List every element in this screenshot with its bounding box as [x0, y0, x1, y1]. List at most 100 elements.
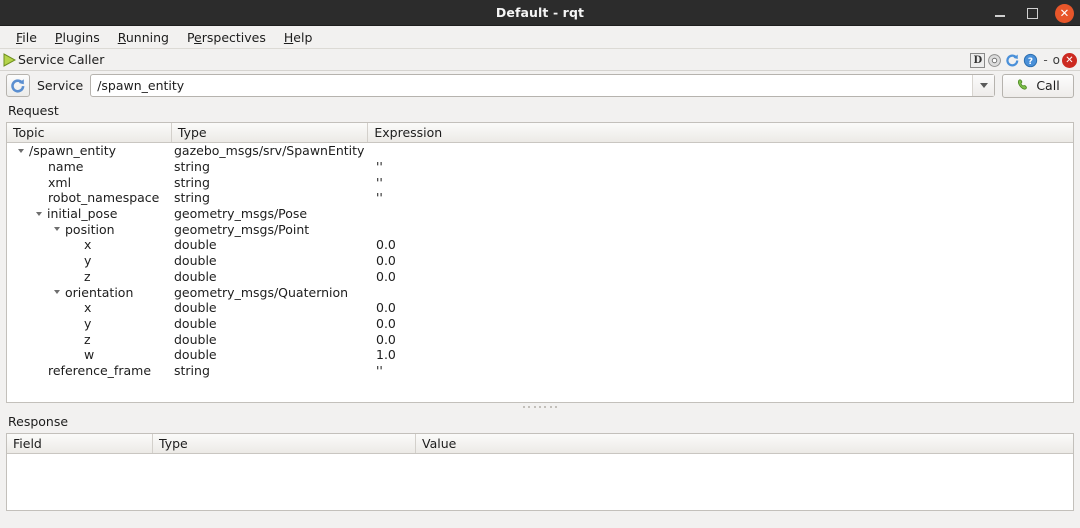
- minimize-button[interactable]: [991, 4, 1009, 22]
- request-row-type: double: [174, 347, 373, 363]
- request-row-type: geometry_msgs/Pose: [174, 206, 373, 222]
- menu-item-perspectives[interactable]: Perspectives: [178, 28, 275, 47]
- request-tree-panel[interactable]: TopicTypeExpression /spawn_entitygazebo_…: [6, 122, 1074, 403]
- request-tree-row[interactable]: /spawn_entitygazebo_msgs/srv/SpawnEntity: [7, 143, 1073, 159]
- menu-item-help[interactable]: Help: [275, 28, 322, 47]
- chevron-down-icon[interactable]: [972, 75, 994, 96]
- response-column-header-field[interactable]: Field: [7, 434, 153, 453]
- request-row-expression[interactable]: '': [373, 190, 1073, 206]
- request-row-expression[interactable]: '': [373, 174, 1073, 190]
- service-combo-value: /spawn_entity: [91, 78, 184, 93]
- request-row-type: string: [174, 159, 373, 175]
- request-tree-row[interactable]: ydouble0.0: [7, 253, 1073, 269]
- gear-icon[interactable]: [986, 52, 1003, 69]
- request-row-topic-label: x: [84, 300, 91, 315]
- request-row-expression[interactable]: [373, 206, 1073, 222]
- chevron-down-icon[interactable]: [54, 290, 60, 294]
- request-tree-row[interactable]: orientationgeometry_msgs/Quaternion: [7, 284, 1073, 300]
- dock-letter-icon[interactable]: D: [970, 53, 985, 68]
- request-row-topic-label: y: [84, 253, 91, 268]
- request-row-topic: orientation: [7, 284, 174, 300]
- request-tree-row[interactable]: robot_namespacestring'': [7, 190, 1073, 206]
- request-row-expression[interactable]: '': [373, 159, 1073, 175]
- dock-separator: -: [1040, 53, 1050, 67]
- request-row-topic: position: [7, 221, 174, 237]
- request-row-topic-label: position: [65, 222, 115, 237]
- menu-item-plugins[interactable]: Plugins: [46, 28, 109, 47]
- request-row-topic: x: [7, 300, 174, 316]
- request-tree-row[interactable]: ydouble0.0: [7, 316, 1073, 332]
- request-row-type: string: [174, 174, 373, 190]
- request-row-expression[interactable]: [373, 143, 1073, 159]
- request-response-splitter[interactable]: [0, 403, 1080, 411]
- request-row-topic-label: x: [84, 237, 91, 252]
- response-tree-panel[interactable]: FieldTypeValue: [6, 433, 1074, 511]
- request-row-expression[interactable]: [373, 221, 1073, 237]
- request-row-topic-label: z: [84, 332, 91, 347]
- service-label: Service: [37, 78, 83, 93]
- request-row-topic: xml: [7, 174, 174, 190]
- help-icon[interactable]: ?: [1022, 52, 1039, 69]
- request-row-expression[interactable]: 1.0: [373, 347, 1073, 363]
- request-tree-row[interactable]: z double0.0: [7, 269, 1073, 285]
- request-row-expression[interactable]: 0.0: [373, 237, 1073, 253]
- request-tree-row[interactable]: x double0.0: [7, 237, 1073, 253]
- chevron-down-icon[interactable]: [18, 149, 24, 153]
- request-row-type: string: [174, 363, 373, 379]
- title-bar: Default - rqt ✕: [0, 0, 1080, 26]
- request-column-header-type[interactable]: Type: [172, 123, 368, 142]
- request-tree-row[interactable]: positiongeometry_msgs/Point: [7, 221, 1073, 237]
- request-row-topic: name: [7, 159, 174, 175]
- request-row-topic: z: [7, 269, 174, 285]
- request-row-topic-label: robot_namespace: [48, 190, 159, 205]
- plugin-dock-title: Service Caller: [18, 52, 104, 67]
- dock-close-icon[interactable]: ✕: [1062, 53, 1077, 68]
- maximize-button[interactable]: [1023, 4, 1041, 22]
- request-tree-row[interactable]: wdouble1.0: [7, 347, 1073, 363]
- refresh-services-button[interactable]: [6, 74, 30, 97]
- request-row-topic-label: name: [48, 159, 83, 174]
- request-column-header-topic[interactable]: Topic: [7, 123, 172, 142]
- request-row-expression[interactable]: [373, 284, 1073, 300]
- response-label: Response: [6, 411, 1074, 433]
- response-tree-body[interactable]: [7, 454, 1073, 510]
- request-row-expression[interactable]: 0.0: [373, 253, 1073, 269]
- response-column-header-value[interactable]: Value: [416, 434, 1073, 453]
- request-column-header-expression[interactable]: Expression: [368, 123, 1073, 142]
- request-row-topic-label: initial_pose: [47, 206, 117, 221]
- dock-float-icon[interactable]: o: [1052, 53, 1061, 67]
- menu-item-running[interactable]: Running: [109, 28, 178, 47]
- svg-text:?: ?: [1028, 56, 1033, 66]
- plugin-dock-titlebar: Service Caller D ? - o ✕: [0, 49, 1080, 71]
- request-tree-row[interactable]: initial_pose geometry_msgs/Pose: [7, 206, 1073, 222]
- request-row-expression[interactable]: '': [373, 363, 1073, 379]
- request-tree-body[interactable]: /spawn_entitygazebo_msgs/srv/SpawnEntity…: [7, 143, 1073, 402]
- menu-item-file[interactable]: File: [7, 28, 46, 47]
- response-column-header-type[interactable]: Type: [153, 434, 416, 453]
- request-row-type: double: [174, 269, 373, 285]
- request-row-expression[interactable]: 0.0: [373, 269, 1073, 285]
- request-tree-row[interactable]: xdouble0.0: [7, 300, 1073, 316]
- request-row-topic-label: z: [84, 269, 91, 284]
- call-button[interactable]: Call: [1002, 74, 1074, 98]
- close-button[interactable]: ✕: [1055, 4, 1074, 23]
- response-tree-header: FieldTypeValue: [7, 434, 1073, 454]
- request-row-topic: initial_pose: [7, 206, 174, 222]
- chevron-down-icon[interactable]: [54, 227, 60, 231]
- reload-icon[interactable]: [1004, 52, 1021, 69]
- chevron-down-icon[interactable]: [36, 212, 42, 216]
- request-row-expression[interactable]: 0.0: [373, 331, 1073, 347]
- request-row-expression[interactable]: 0.0: [373, 300, 1073, 316]
- request-row-expression[interactable]: 0.0: [373, 316, 1073, 332]
- request-row-type: double: [174, 237, 373, 253]
- request-row-topic: y: [7, 316, 174, 332]
- request-tree-row[interactable]: xmlstring'': [7, 174, 1073, 190]
- request-tree-row[interactable]: reference_frame string'': [7, 363, 1073, 379]
- service-combo[interactable]: /spawn_entity: [90, 74, 995, 97]
- request-row-type: double: [174, 331, 373, 347]
- request-label: Request: [6, 100, 1074, 122]
- plugin-dock-actions: D ? - o ✕: [970, 49, 1077, 71]
- request-tree-row[interactable]: name string'': [7, 159, 1073, 175]
- request-tree-row[interactable]: z double0.0: [7, 331, 1073, 347]
- request-row-topic-label: reference_frame: [48, 363, 151, 378]
